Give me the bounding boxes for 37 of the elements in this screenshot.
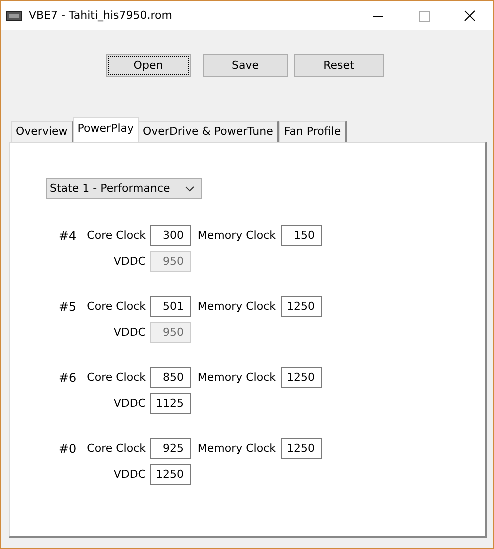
state-index: #5: [58, 300, 78, 314]
field-label: Core Clock: [86, 442, 146, 455]
field-label: Memory Clock: [196, 229, 276, 242]
state-index: #6: [58, 370, 78, 384]
vddc-field[interactable]: 1125: [150, 393, 191, 414]
state-dropdown[interactable]: State 1 - Performance: [46, 178, 202, 199]
state-index: #4: [58, 228, 78, 242]
field-label: Memory Clock: [196, 371, 276, 384]
field-label: Core Clock: [86, 229, 146, 242]
core-clock-field[interactable]: 925: [150, 438, 191, 459]
core-clock-field[interactable]: 300: [150, 225, 191, 246]
tab[interactable]: OverDrive & PowerTune: [138, 121, 280, 142]
field-label: VDDC: [112, 255, 146, 268]
field-label: Core Clock: [86, 371, 146, 384]
chip-icon: [6, 10, 22, 22]
field-label: VDDC: [112, 397, 146, 410]
tab[interactable]: Overview: [11, 121, 74, 142]
memory-clock-field[interactable]: 1250: [281, 367, 322, 388]
state-index: #0: [58, 442, 78, 456]
core-clock-field[interactable]: 850: [150, 367, 191, 388]
tab[interactable]: PowerPlay: [72, 117, 139, 142]
memory-clock-field[interactable]: 1250: [281, 438, 322, 459]
field-label: VDDC: [112, 468, 146, 481]
vddc-field[interactable]: 1250: [150, 464, 191, 485]
field-label: Memory Clock: [196, 442, 276, 455]
core-clock-field[interactable]: 501: [150, 296, 191, 317]
field-label: Memory Clock: [196, 300, 276, 313]
field-label: VDDC: [112, 326, 146, 339]
tab[interactable]: Fan Profile: [279, 121, 348, 142]
memory-clock-field[interactable]: 150: [281, 225, 322, 246]
toolbar-button[interactable]: Open: [106, 54, 191, 77]
memory-clock-field[interactable]: 1250: [281, 296, 322, 317]
window-title: VBE7 - Tahiti_his7950.rom: [29, 9, 174, 22]
chevron-icon: [185, 186, 195, 192]
toolbar-button[interactable]: Save: [203, 54, 288, 77]
field-label: Core Clock: [86, 300, 146, 313]
toolbar-button[interactable]: Reset: [294, 54, 384, 77]
